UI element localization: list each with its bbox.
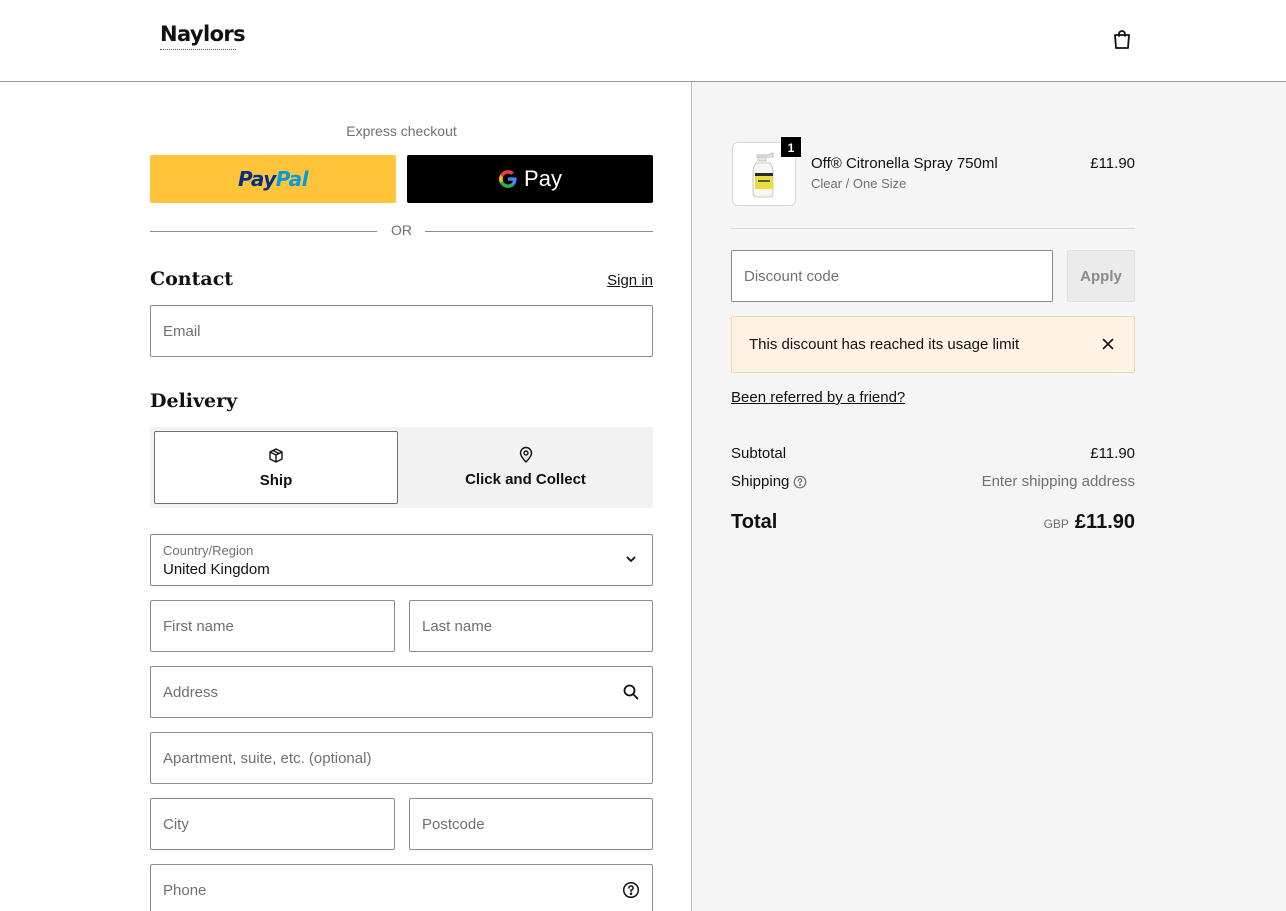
- logo-text: Naylors: [160, 22, 246, 46]
- help-circle-icon[interactable]: [622, 881, 640, 899]
- alert-message: This discount has reached its usage limi…: [749, 336, 1020, 353]
- postcode-input[interactable]: [410, 799, 652, 849]
- total-label: Total: [731, 511, 778, 533]
- total-currency: GBP: [1043, 517, 1069, 531]
- city-input[interactable]: [151, 799, 394, 849]
- last-name-field[interactable]: [409, 600, 653, 652]
- city-field[interactable]: [150, 798, 395, 850]
- summary-divider: [731, 228, 1135, 229]
- apartment-input[interactable]: [151, 733, 652, 783]
- or-text: OR: [391, 222, 412, 238]
- close-icon[interactable]: [1100, 336, 1116, 352]
- delivery-method-toggle: Ship Click and Collect: [150, 427, 653, 508]
- logo-tagline: [160, 49, 236, 51]
- shopping-bag-icon[interactable]: [1110, 27, 1134, 51]
- shipping-label: Shipping: [731, 473, 790, 490]
- sign-in-link[interactable]: Sign in: [560, 272, 653, 289]
- phone-input[interactable]: [151, 865, 652, 911]
- package-icon: [269, 448, 283, 463]
- click-and-collect-label: Click and Collect: [465, 471, 586, 488]
- site-header: Naylors: [0, 0, 1286, 82]
- discount-code-field[interactable]: [731, 250, 1053, 302]
- google-pay-button[interactable]: Pay: [407, 155, 653, 203]
- address-input[interactable]: [151, 667, 652, 717]
- product-variant: Clear / One Size: [811, 176, 907, 191]
- discount-code-input[interactable]: [732, 251, 1052, 301]
- referral-link[interactable]: Been referred by a friend?: [731, 389, 905, 406]
- product-price: £11.90: [1090, 155, 1135, 172]
- click-and-collect-option[interactable]: Click and Collect: [402, 431, 649, 504]
- or-separator: OR: [150, 222, 653, 240]
- total-amount: GBP £11.90: [935, 511, 1135, 534]
- phone-field[interactable]: [150, 864, 653, 911]
- help-circle-icon[interactable]: [793, 475, 807, 489]
- delivery-heading: Delivery: [150, 390, 238, 412]
- express-checkout-label: Express checkout: [346, 123, 457, 139]
- discount-error-alert: This discount has reached its usage limi…: [731, 316, 1135, 373]
- search-icon[interactable]: [622, 683, 640, 701]
- ship-label: Ship: [259, 472, 293, 489]
- paypal-logo: PayPal: [237, 167, 309, 191]
- email-field[interactable]: [150, 305, 653, 357]
- country-value: United Kingdom: [163, 561, 270, 578]
- apartment-field[interactable]: [150, 732, 653, 784]
- location-pin-icon: [519, 446, 532, 463]
- ship-option[interactable]: Ship: [154, 431, 398, 504]
- shipping-value: Enter shipping address: [981, 473, 1135, 490]
- product-name: Off® Citronella Spray 750ml: [811, 155, 998, 172]
- checkout-form-panel: Express checkout PayPal Pay OR Contact S…: [0, 82, 691, 911]
- chevron-down-icon: [626, 556, 636, 562]
- first-name-input[interactable]: [151, 601, 394, 651]
- order-summary-panel: 1 Off® Citronella Spray 750ml Clear / On…: [691, 82, 1286, 911]
- postcode-field[interactable]: [409, 798, 653, 850]
- naylors-logo[interactable]: Naylors: [160, 22, 246, 51]
- google-g-icon: [499, 170, 517, 188]
- subtotal-value: £11.90: [1090, 445, 1135, 462]
- country-label: Country/Region: [163, 543, 254, 558]
- total-value: £11.90: [1074, 511, 1135, 533]
- address-field[interactable]: [150, 666, 653, 718]
- country-select[interactable]: Country/Region United Kingdom: [150, 534, 653, 586]
- last-name-input[interactable]: [410, 601, 652, 651]
- subtotal-label: Subtotal: [731, 445, 787, 462]
- apply-discount-button[interactable]: Apply: [1067, 250, 1135, 302]
- paypal-button[interactable]: PayPal: [150, 155, 396, 203]
- first-name-field[interactable]: [150, 600, 395, 652]
- google-pay-label: Pay: [524, 166, 562, 191]
- contact-heading: Contact: [150, 268, 234, 290]
- email-input[interactable]: [151, 306, 652, 356]
- quantity-badge: 1: [780, 136, 802, 158]
